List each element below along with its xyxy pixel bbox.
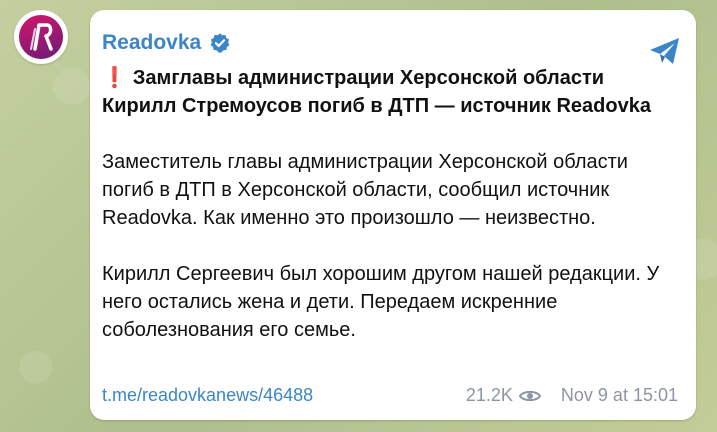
- exclamation-icon: ❗: [102, 67, 127, 89]
- channel-avatar[interactable]: [14, 10, 68, 64]
- view-count-text: 21.2K: [465, 385, 513, 405]
- message-timestamp: Nov 9 at 15:01: [560, 385, 678, 405]
- message-text: ❗ Замглавы администрации Херсонской облас…: [102, 64, 676, 344]
- message-headline: ❗ Замглавы администрации Херсонской облас…: [102, 64, 676, 120]
- headline-text: Замглавы администрации Херсонской област…: [102, 67, 651, 117]
- message-paragraph-1: Заместитель главы администрации Херсонск…: [102, 151, 628, 229]
- message-header: Readovka: [102, 28, 676, 58]
- eye-icon: [518, 390, 541, 401]
- verified-badge-icon: [210, 33, 230, 53]
- post-link[interactable]: t.me/readovkanews/46488: [102, 385, 313, 406]
- channel-name[interactable]: Readovka: [102, 31, 201, 55]
- view-count: 21.2K: [466, 385, 541, 406]
- message-footer: t.me/readovkanews/46488 21.2K Nov 9 at 1…: [102, 385, 678, 406]
- share-icon[interactable]: [648, 34, 682, 68]
- readovka-logo-icon: [19, 15, 63, 59]
- message-bubble: Readovka ❗ Замглавы администрации Херсонс…: [90, 10, 696, 420]
- message-paragraph-2: Кирилл Сергеевич был хорошим другом наше…: [102, 263, 660, 341]
